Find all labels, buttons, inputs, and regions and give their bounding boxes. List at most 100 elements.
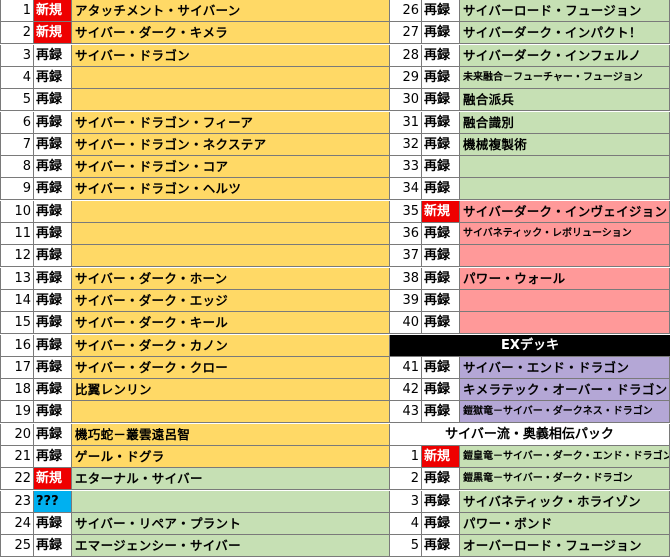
table-row: 32 再録 機械複製術 [390,133,670,156]
card-name: サイバー・ドラゴン [72,44,390,67]
card-name [460,312,670,335]
card-name [72,66,390,89]
table-row: 10 再録 [0,200,390,223]
card-name: 鎧黒竜－サイバー・ダーク・ドラゴン [460,468,670,491]
table-row: 34 再録 [390,178,670,201]
table-row: 5 再録 オーバーロード・フュージョン [390,535,670,557]
status-badge: 再録 [34,423,72,446]
status-badge: 再録 [422,66,460,89]
status-badge: 再録 [422,468,460,491]
row-number: 8 [0,156,34,179]
table-row: 43 再録 鎧獄竜－サイバー・ダークネス・ドラゴン [390,401,670,424]
row-number: 32 [390,133,422,156]
card-name: 融合識別 [460,111,670,134]
row-number: 23 [0,490,34,513]
status-badge: 再録 [422,356,460,379]
status-badge: 再録 [422,267,460,290]
row-number: 6 [0,111,34,134]
status-badge: 再録 [422,245,460,268]
table-row: 26 再録 サイバーロード・フュージョン [390,0,670,22]
table-row: 20 再録 機巧蛇－叢雲遠呂智 [0,423,390,446]
row-number: 36 [390,223,422,245]
row-number: 15 [0,312,34,335]
table-row: 27 再録 サイバーダーク・インパクト！ [390,22,670,45]
section-header-pack: サイバー流・奥義相伝パック [390,423,670,446]
card-name [460,178,670,201]
row-number: 22 [0,468,34,491]
row-number: 20 [0,423,34,446]
row-number: 14 [0,289,34,312]
row-number: 31 [390,111,422,134]
row-number: 1 [0,0,34,22]
status-badge: 新規 [422,200,460,223]
card-name: エターナル・サイバー [72,468,390,491]
card-name: サイバー・ドラゴン・ヘルツ [72,178,390,201]
table-row: 40 再録 [390,312,670,335]
table-row: 1 新規 鎧皇竜－サイバー・ダーク・エンド・ドラゴン [390,446,670,468]
table-row: 11 再録 [0,223,390,245]
row-number: 21 [0,446,34,468]
table-row: 16 再録 サイバー・ダーク・カノン [0,334,390,357]
card-name [72,89,390,112]
card-name [72,401,390,424]
table-row: 23??? [0,490,390,513]
card-name: サイバー・ダーク・クロー [72,356,390,379]
row-number: 30 [390,89,422,112]
table-row: 4 再録 [0,66,390,89]
table-row: 18 再録 比翼レンリン [0,379,390,402]
card-name [72,223,390,245]
row-number: 40 [390,312,422,335]
status-badge: 再録 [34,312,72,335]
card-name: サイバネティック・ホライゾン [460,490,670,513]
row-number: 18 [0,379,34,402]
status-badge: 再録 [34,512,72,535]
table-row: 21 再録 ゲール・ドグラ [0,446,390,468]
row-number: 2 [0,22,34,45]
row-number: 39 [390,289,422,312]
card-name: サイバー・ドラゴン・ネクステア [72,133,390,156]
row-number: 1 [390,446,422,468]
card-name: 機巧蛇－叢雲遠呂智 [72,423,390,446]
status-badge: 再録 [34,535,72,557]
card-name: サイバー・エンド・ドラゴン [460,356,670,379]
row-number: 27 [390,22,422,45]
status-badge: 新規 [422,446,460,468]
row-number: 4 [390,512,422,535]
table-row: 3 再録 サイバー・ドラゴン [0,44,390,67]
table-row: 19 再録 [0,401,390,424]
card-name: キメラテック・オーバー・ドラゴン [460,379,670,402]
table-row: 2 再録 鎧黒竜－サイバー・ダーク・ドラゴン [390,468,670,491]
row-number: 7 [0,133,34,156]
card-name: サイバーロード・フュージョン [460,0,670,22]
status-badge: 再録 [422,44,460,67]
row-number: 5 [390,535,422,557]
status-badge: 再録 [34,401,72,424]
row-number: 29 [390,66,422,89]
row-number: 25 [0,535,34,557]
card-name: サイバー・ダーク・キール [72,312,390,335]
table-row: 8 再録 サイバー・ドラゴン・コア [0,156,390,179]
card-name: サイバーダーク・インパクト！ [460,22,670,45]
row-number: 9 [0,178,34,201]
card-name: 未来融合－フューチャー・フュージョン [460,66,670,89]
table-row: 35 新規 サイバーダーク・インヴェイジョン [390,200,670,223]
row-number: 2 [390,468,422,491]
card-name: アタッチメント・サイバーン [72,0,390,22]
card-name: エマージェンシー・サイバー [72,535,390,557]
card-name: ゲール・ドグラ [72,446,390,468]
card-name: パワー・ボンド [460,512,670,535]
status-badge: 再録 [422,178,460,201]
table-row: 30 再録 融合派兵 [390,89,670,112]
status-badge: 再録 [34,89,72,112]
table-row: 25 再録 エマージェンシー・サイバー [0,535,390,557]
row-number: 26 [390,0,422,22]
status-badge: 再録 [422,111,460,134]
row-number: 43 [390,401,422,424]
card-name: サイバー・ダーク・ホーン [72,267,390,290]
status-badge: 再録 [422,512,460,535]
row-number: 34 [390,178,422,201]
card-name: 鎧獄竜－サイバー・ダークネス・ドラゴン [460,401,670,424]
table-row: 4 再録 パワー・ボンド [390,512,670,535]
status-badge: 再録 [34,200,72,223]
status-badge: 再録 [34,267,72,290]
